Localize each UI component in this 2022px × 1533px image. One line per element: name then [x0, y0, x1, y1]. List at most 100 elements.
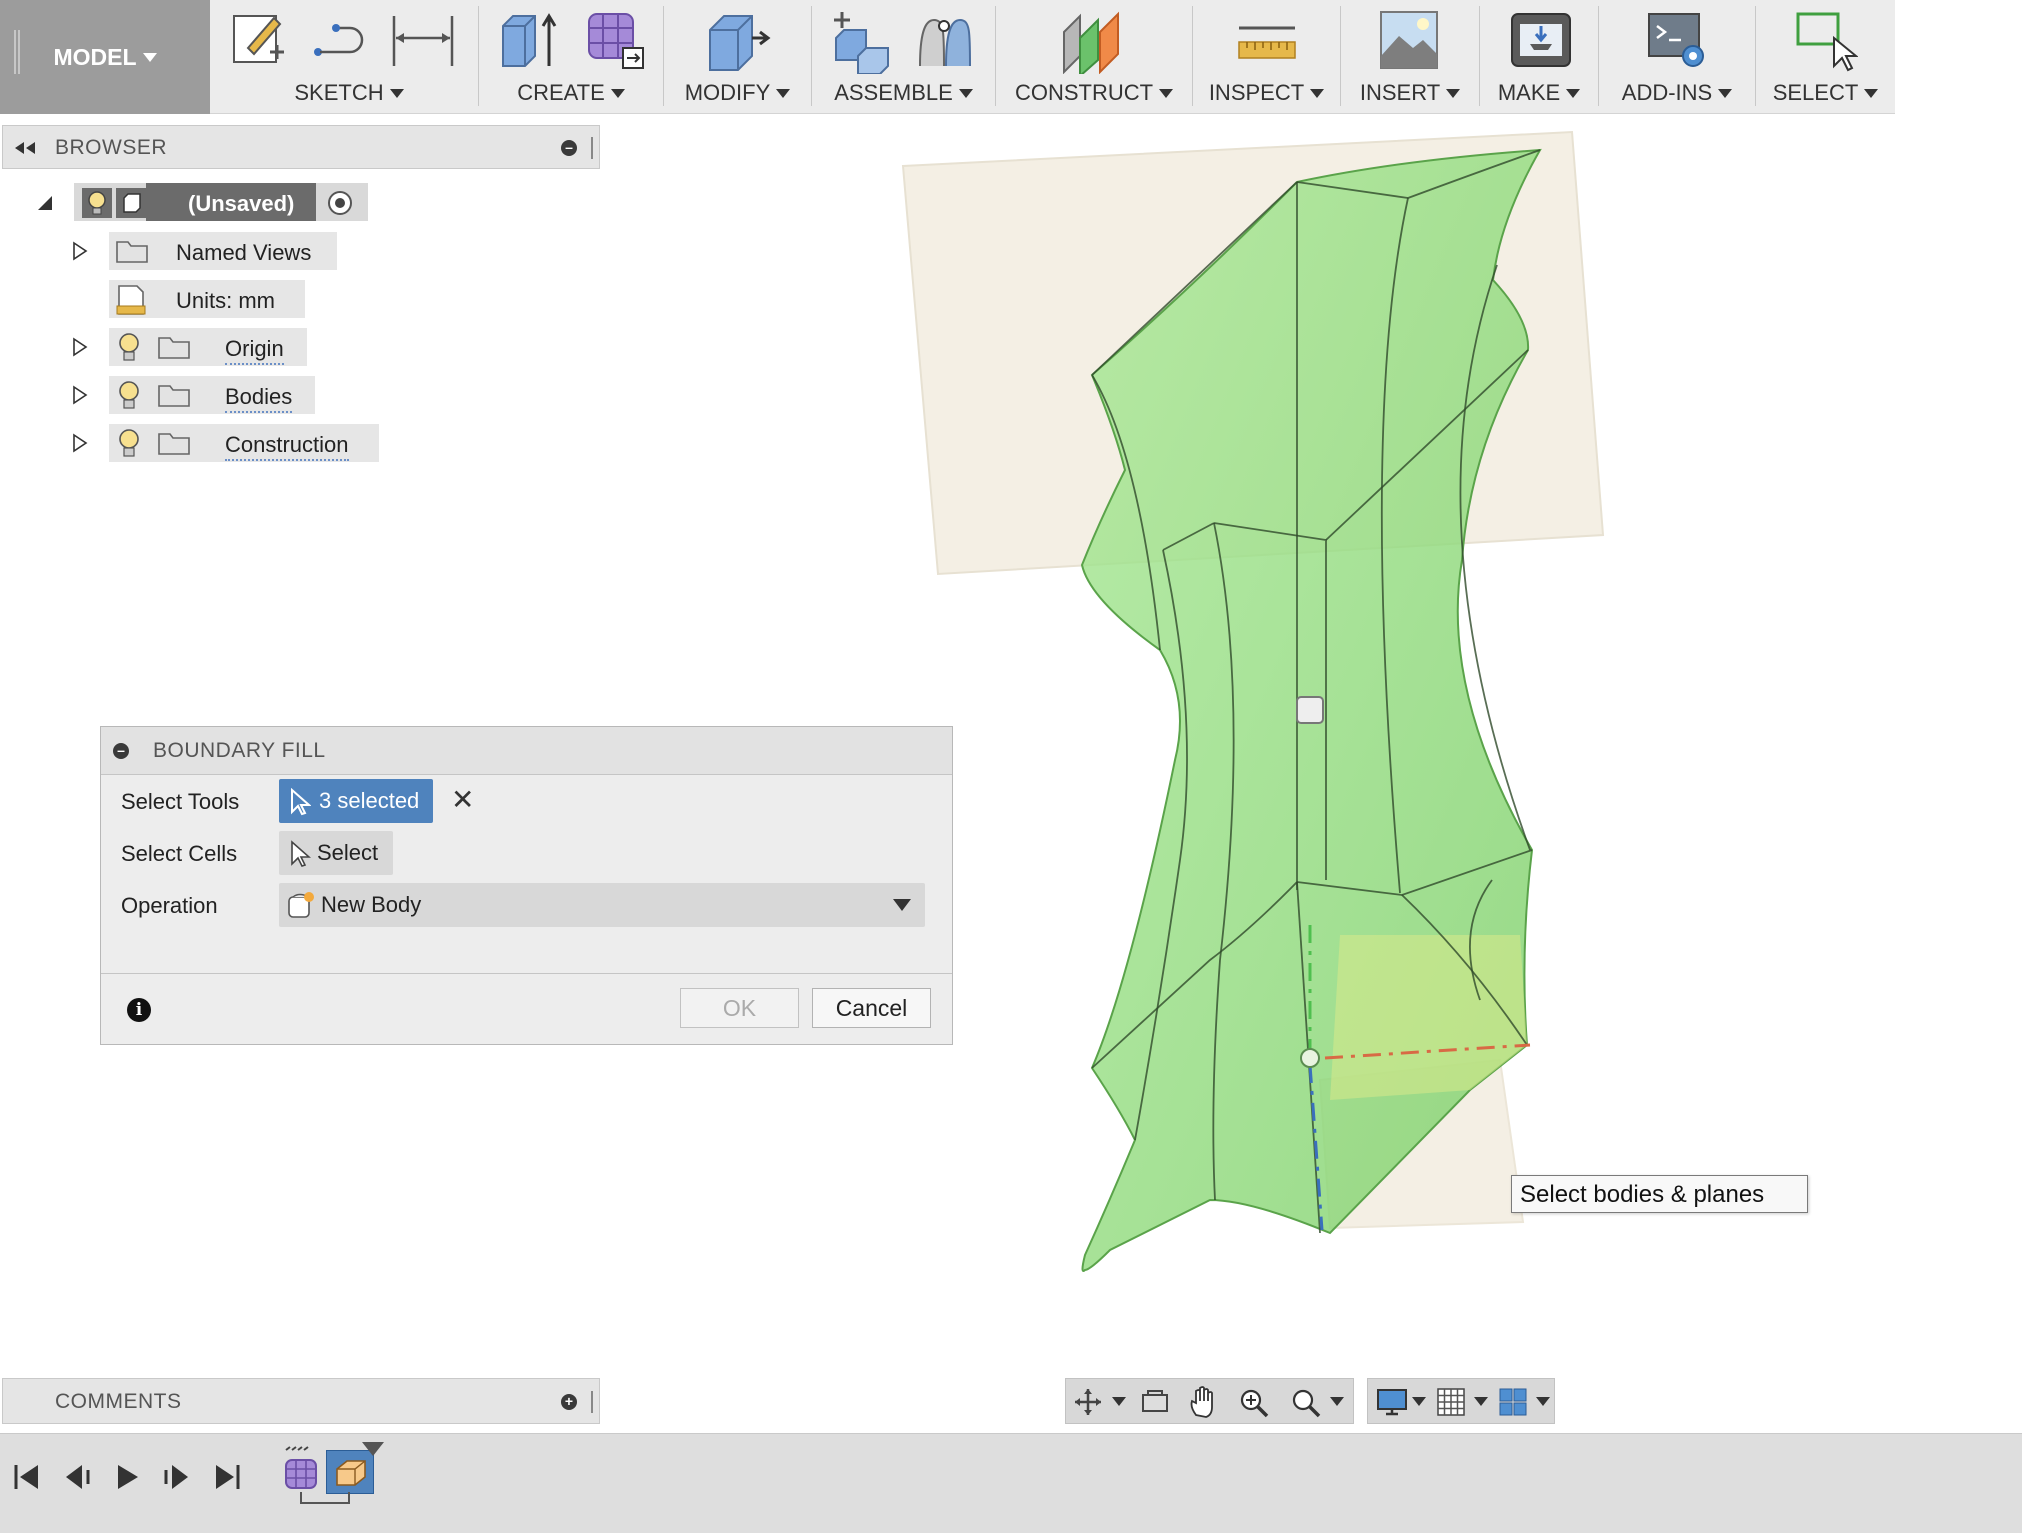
chevron-down-icon[interactable]: [1536, 1397, 1550, 1406]
browser-panel-header[interactable]: BROWSER –: [2, 125, 600, 169]
comments-panel-header[interactable]: COMMENTS +: [2, 1378, 600, 1424]
step-forward-icon[interactable]: [162, 1462, 192, 1492]
grid-snap-icon[interactable]: [1436, 1387, 1466, 1417]
minimize-icon[interactable]: –: [561, 140, 577, 156]
chevron-down-icon: [958, 89, 973, 98]
inspect-group[interactable]: INSPECT: [1193, 0, 1340, 114]
go-to-start-icon[interactable]: [12, 1462, 42, 1492]
select-tools-value: 3 selected: [319, 788, 420, 813]
play-icon[interactable]: [112, 1462, 142, 1492]
select-cells-label: Select Cells: [121, 841, 238, 866]
operation-value: New Body: [321, 892, 422, 917]
chevron-down-icon[interactable]: [1474, 1397, 1488, 1406]
clear-selection-icon[interactable]: ✕: [451, 783, 474, 816]
timeline-marker-icon[interactable]: [360, 1440, 386, 1460]
operation-dropdown[interactable]: New Body: [279, 883, 925, 927]
tree-item-construction[interactable]: Construction: [109, 424, 379, 462]
collapse-dialog-icon[interactable]: –: [113, 743, 129, 759]
tree-label-named-views: Named Views: [176, 240, 312, 265]
modify-group-label: MODIFY: [684, 80, 771, 105]
main-toolbar: MODEL SKETCH CREATE MODIFY ASSEMBLE CONS…: [0, 0, 1895, 114]
orbit-icon[interactable]: [1072, 1387, 1104, 1417]
chevron-down-icon: [776, 89, 791, 98]
expand-triangle-icon[interactable]: [72, 337, 88, 357]
tree-item-bodies[interactable]: Bodies: [109, 376, 315, 414]
add-comment-icon[interactable]: +: [561, 1394, 577, 1410]
tree-item-origin[interactable]: Origin: [109, 328, 307, 366]
visibility-bulb-icon[interactable]: [82, 188, 112, 218]
create-form-icon[interactable]: [583, 8, 647, 72]
folder-icon: [116, 241, 148, 263]
zoom-icon[interactable]: [1238, 1387, 1270, 1419]
dialog-header[interactable]: – BOUNDARY FILL: [101, 727, 952, 775]
expand-triangle-icon[interactable]: [72, 433, 88, 453]
offset-plane-icon[interactable]: [1060, 8, 1124, 74]
measure-icon[interactable]: [1235, 8, 1299, 68]
chevron-down-icon: [1310, 89, 1325, 98]
visibility-bulb-icon[interactable]: [117, 332, 141, 364]
modify-group[interactable]: MODIFY: [664, 0, 811, 114]
press-pull-icon[interactable]: [704, 8, 772, 72]
select-group[interactable]: SELECT: [1756, 0, 1895, 114]
joint-icon[interactable]: [912, 8, 978, 74]
tree-item-named-views[interactable]: Named Views: [109, 232, 337, 270]
visibility-bulb-icon[interactable]: [117, 380, 141, 412]
assemble-group[interactable]: ASSEMBLE: [812, 0, 995, 114]
create-sketch-icon[interactable]: [230, 8, 290, 68]
tree-label-bodies: Bodies: [225, 384, 293, 413]
panel-grip[interactable]: [591, 1391, 595, 1413]
line-tool-icon[interactable]: [310, 8, 370, 68]
chevron-down-icon: [610, 89, 625, 98]
visibility-bulb-icon[interactable]: [117, 428, 141, 460]
activate-radio-icon[interactable]: [326, 189, 354, 217]
expanded-triangle-icon[interactable]: [36, 194, 54, 212]
sketch-group[interactable]: SKETCH: [220, 0, 478, 114]
timeline-form-feature-icon[interactable]: [282, 1446, 320, 1490]
3d-print-icon[interactable]: [1508, 8, 1574, 72]
info-icon[interactable]: i: [127, 998, 151, 1022]
select-group-label: SELECT: [1772, 80, 1859, 105]
insert-group[interactable]: INSERT: [1341, 0, 1479, 114]
chevron-down-icon: [1718, 89, 1733, 98]
insert-canvas-icon[interactable]: [1377, 8, 1441, 72]
select-window-icon[interactable]: [1794, 8, 1858, 72]
go-to-end-icon[interactable]: [212, 1462, 242, 1492]
workspace-switcher[interactable]: MODEL: [0, 0, 210, 114]
timeline-bar: [0, 1433, 2022, 1533]
collapse-panel-icon[interactable]: [13, 140, 37, 156]
chevron-down-icon: [1566, 89, 1581, 98]
expand-triangle-icon[interactable]: [72, 385, 88, 405]
chevron-down-icon[interactable]: [1112, 1397, 1126, 1406]
step-back-icon[interactable]: [62, 1462, 92, 1492]
tree-label-origin: Origin: [225, 336, 284, 365]
pan-hand-icon[interactable]: [1188, 1385, 1218, 1419]
dimension-tool-icon[interactable]: [390, 8, 456, 68]
extrude-icon[interactable]: [499, 8, 561, 70]
construct-group[interactable]: CONSTRUCT: [996, 0, 1192, 114]
chevron-down-icon[interactable]: [1330, 1397, 1344, 1406]
add-ins-group[interactable]: ADD-INS: [1599, 0, 1755, 114]
look-at-icon[interactable]: [1140, 1389, 1170, 1415]
panel-grip[interactable]: [591, 137, 595, 159]
expand-triangle-icon[interactable]: [72, 241, 88, 261]
scripts-addins-icon[interactable]: [1645, 8, 1711, 72]
display-settings-icon[interactable]: [1376, 1387, 1408, 1417]
zoom-window-icon[interactable]: [1290, 1387, 1322, 1419]
ok-button[interactable]: OK: [680, 988, 799, 1028]
select-cells-button[interactable]: Select: [279, 831, 393, 875]
navigation-bar: [1065, 1378, 1354, 1424]
select-tools-button[interactable]: 3 selected: [279, 779, 433, 823]
chevron-down-icon[interactable]: [1412, 1397, 1426, 1406]
chevron-down-icon: [142, 52, 157, 62]
inspect-group-label: INSPECT: [1208, 80, 1305, 105]
toolbar-grip[interactable]: [14, 30, 20, 74]
construct-group-label: CONSTRUCT: [1014, 80, 1154, 105]
make-group[interactable]: MAKE: [1480, 0, 1598, 114]
tree-item-units[interactable]: Units: mm: [109, 280, 305, 318]
new-component-icon[interactable]: [828, 8, 894, 74]
cancel-button[interactable]: Cancel: [812, 988, 931, 1028]
chevron-down-icon: [1864, 89, 1879, 98]
viewports-icon[interactable]: [1498, 1387, 1528, 1417]
create-group[interactable]: CREATE: [479, 0, 663, 114]
browser-root-item[interactable]: (Unsaved): [74, 183, 368, 221]
